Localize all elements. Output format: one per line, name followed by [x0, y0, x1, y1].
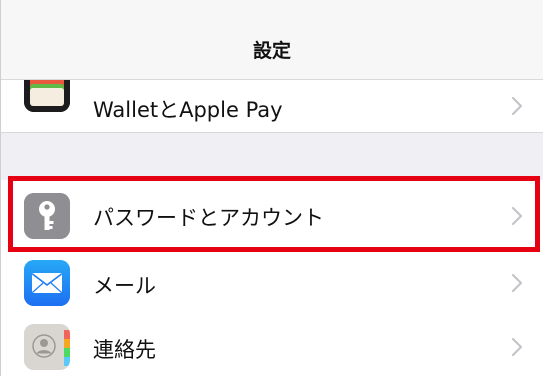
- settings-row-passwords[interactable]: パスワードとアカウント: [1, 180, 543, 252]
- navigation-bar: 設定: [1, 0, 543, 80]
- settings-screen: WalletとApple Pay パスワードとアカウント メール 連絡先 設定: [0, 0, 543, 376]
- settings-row-label: WalletとApple Pay: [93, 98, 283, 122]
- settings-row-label: 連絡先: [93, 338, 156, 362]
- settings-row-mail[interactable]: メール: [1, 252, 543, 314]
- chevron-right-icon: [511, 273, 523, 293]
- contacts-icon: [24, 324, 70, 370]
- chevron-right-icon: [511, 96, 523, 116]
- key-icon: [24, 193, 70, 239]
- chevron-right-icon: [511, 206, 523, 226]
- section-divider: [1, 132, 543, 133]
- page-title: 設定: [252, 40, 291, 62]
- chevron-right-icon: [511, 337, 523, 357]
- settings-row-label: メール: [93, 274, 156, 298]
- settings-row-contacts[interactable]: 連絡先: [1, 314, 543, 376]
- settings-row-label: パスワードとアカウント: [93, 206, 324, 230]
- mail-icon: [24, 260, 70, 306]
- settings-row-wallet[interactable]: WalletとApple Pay: [1, 66, 543, 132]
